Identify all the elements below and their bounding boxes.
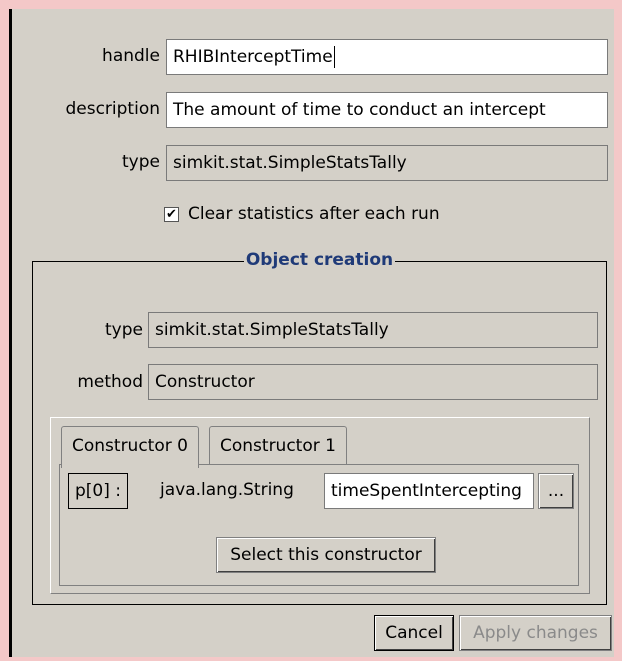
cancel-button[interactable]: Cancel: [374, 615, 454, 651]
browse-button[interactable]: ...: [538, 473, 574, 509]
handle-input[interactable]: RHIBInterceptTime: [166, 39, 608, 75]
text-caret: [333, 46, 335, 68]
type-field: simkit.stat.SimpleStatsTally: [166, 145, 608, 181]
oc-type-label: type: [105, 320, 143, 340]
oc-method-field: Constructor: [148, 364, 598, 400]
description-label: description: [65, 99, 160, 119]
constructor-tabs: Constructor 0 Constructor 1 p[0] : java.…: [50, 417, 590, 594]
handle-label: handle: [102, 46, 160, 66]
dialog: handle RHIBInterceptTime description The…: [9, 9, 614, 657]
clear-stats-checkbox[interactable]: ✔: [164, 206, 179, 222]
apply-changes-button[interactable]: Apply changes: [459, 615, 612, 651]
oc-method-label: method: [77, 372, 143, 392]
param-type-label: java.lang.String: [160, 480, 294, 500]
type-label: type: [122, 152, 160, 172]
constructor-0-panel: p[0] : java.lang.String timeSpentInterce…: [59, 464, 579, 586]
param-value-input[interactable]: timeSpentIntercepting: [324, 473, 534, 509]
clear-stats-label: Clear statistics after each run: [188, 204, 440, 224]
object-creation-group: Object creation type simkit.stat.SimpleS…: [32, 250, 607, 605]
tab-constructor-0[interactable]: Constructor 0: [61, 426, 199, 468]
param-tag: p[0] :: [68, 473, 129, 509]
handle-value: RHIBInterceptTime: [173, 47, 333, 67]
oc-type-field: simkit.stat.SimpleStatsTally: [148, 312, 598, 348]
select-constructor-button[interactable]: Select this constructor: [216, 537, 436, 573]
tab-constructor-1[interactable]: Constructor 1: [209, 426, 347, 464]
object-creation-title: Object creation: [243, 250, 396, 270]
description-input[interactable]: The amount of time to conduct an interce…: [166, 92, 608, 128]
clear-stats-row[interactable]: ✔ Clear statistics after each run: [164, 204, 440, 224]
